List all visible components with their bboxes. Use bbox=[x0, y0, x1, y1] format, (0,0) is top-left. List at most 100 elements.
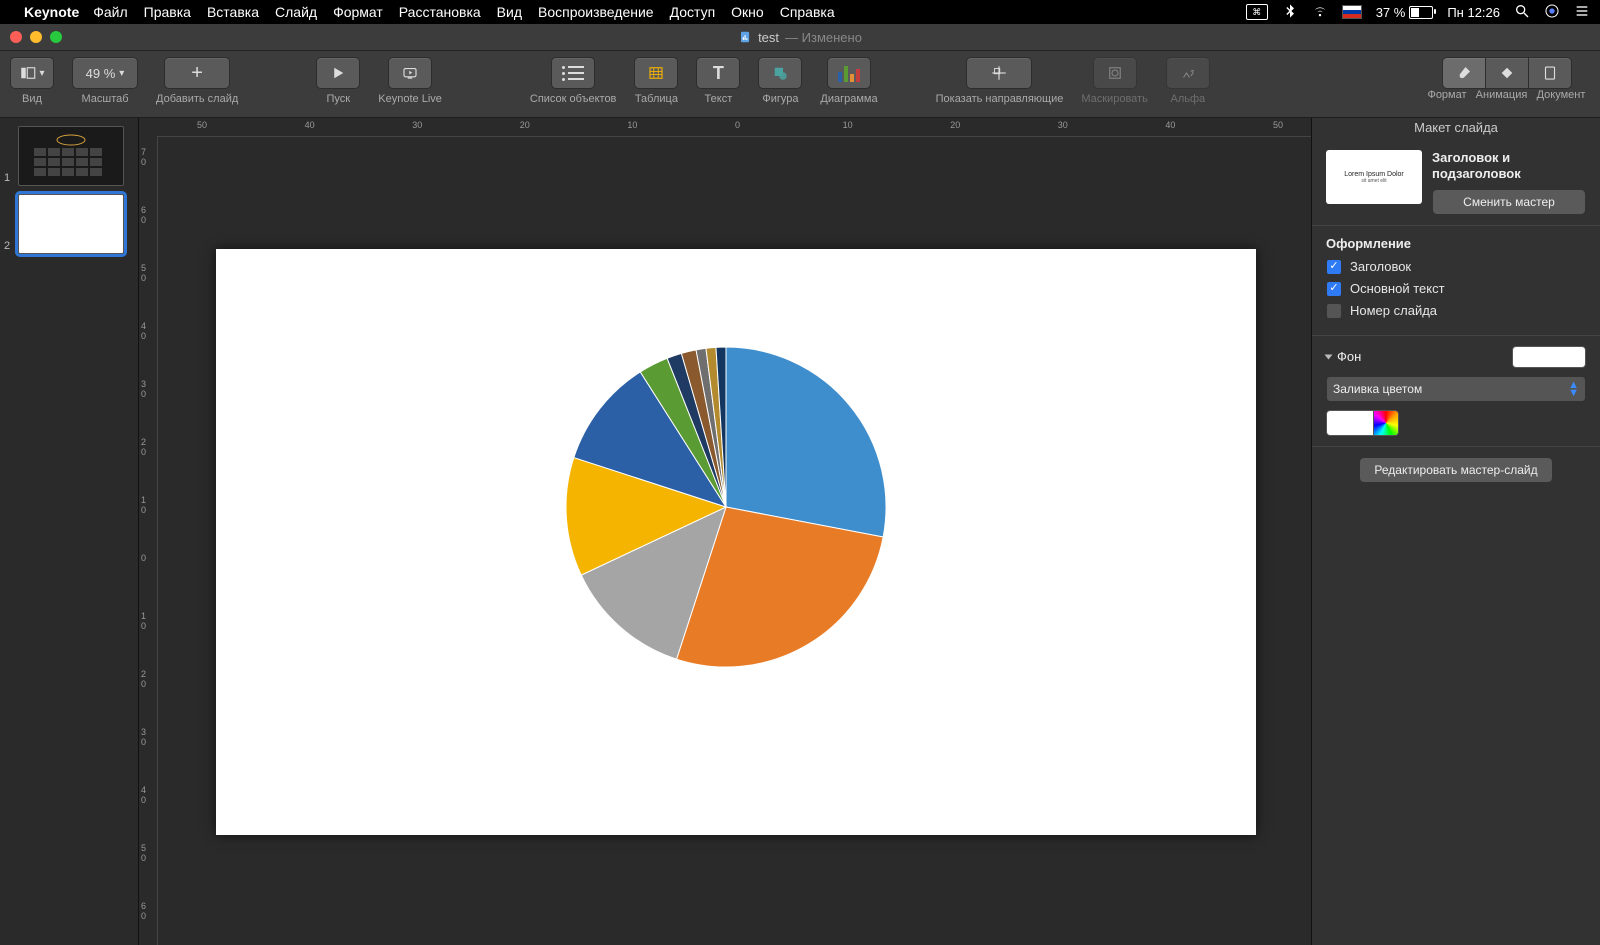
menu-share[interactable]: Доступ bbox=[670, 4, 716, 20]
document-name: test bbox=[758, 30, 779, 45]
horizontal-ruler[interactable]: 504030201001020304050 bbox=[157, 118, 1311, 137]
clock[interactable]: Пн 12:26 bbox=[1447, 5, 1500, 20]
checkbox-body-row[interactable]: Основной текст bbox=[1326, 281, 1586, 297]
input-language-icon[interactable]: ⌘ bbox=[1246, 4, 1268, 20]
text-button[interactable]: T bbox=[696, 57, 740, 89]
keynote-live-button[interactable] bbox=[388, 57, 432, 89]
play-label: Пуск bbox=[326, 93, 350, 105]
table-label: Таблица bbox=[635, 93, 678, 105]
inspector-header: Макет слайда bbox=[1312, 118, 1600, 140]
slide-number: 2 bbox=[4, 240, 10, 252]
bluetooth-icon[interactable] bbox=[1282, 3, 1298, 22]
checkbox-title[interactable] bbox=[1326, 259, 1342, 275]
background-disclosure[interactable]: Фон bbox=[1326, 349, 1361, 364]
chart-icon bbox=[838, 64, 860, 82]
master-title: Заголовок и подзаголовок bbox=[1432, 150, 1586, 183]
view-button[interactable]: ▾ bbox=[10, 57, 54, 89]
document-icon bbox=[1541, 64, 1559, 82]
chart-label: Диаграмма bbox=[820, 93, 877, 105]
document-title[interactable]: test — Изменено bbox=[738, 30, 862, 45]
background-swatch[interactable] bbox=[1512, 346, 1586, 368]
slide-canvas[interactable] bbox=[216, 249, 1256, 835]
window-zoom-button[interactable] bbox=[50, 31, 62, 43]
wifi-icon[interactable] bbox=[1312, 3, 1328, 22]
guides-button[interactable] bbox=[966, 57, 1032, 89]
zoom-label: Масштаб bbox=[81, 93, 128, 105]
checkbox-slidenum[interactable] bbox=[1326, 303, 1342, 319]
spotlight-icon[interactable] bbox=[1514, 3, 1530, 22]
master-thumbnail[interactable]: Lorem Ipsum Dolor sit amet elit bbox=[1326, 150, 1422, 204]
slide-thumb-1[interactable]: 1 bbox=[18, 126, 130, 186]
notification-center-icon[interactable] bbox=[1574, 3, 1590, 22]
zoom-button[interactable]: 49 %▾ bbox=[72, 57, 138, 89]
object-list-label: Список объектов bbox=[530, 93, 617, 105]
menu-help[interactable]: Справка bbox=[780, 4, 835, 20]
color-wheel-button[interactable] bbox=[1374, 410, 1399, 436]
menu-play[interactable]: Воспроизведение bbox=[538, 4, 654, 20]
checkbox-body-label: Основной текст bbox=[1350, 281, 1445, 296]
window-close-button[interactable] bbox=[10, 31, 22, 43]
disclosure-triangle-icon bbox=[1325, 354, 1333, 359]
menu-slide[interactable]: Слайд bbox=[275, 4, 317, 20]
keynote-live-label: Keynote Live bbox=[378, 93, 442, 105]
menu-edit[interactable]: Правка bbox=[144, 4, 191, 20]
document-status: — Изменено bbox=[785, 30, 862, 45]
play-button[interactable] bbox=[316, 57, 360, 89]
appearance-label: Оформление bbox=[1326, 236, 1586, 251]
alpha-label: Альфа bbox=[1170, 93, 1205, 105]
canvas-area: 504030201001020304050 706050403020100102… bbox=[139, 118, 1311, 945]
slide-thumb-2[interactable]: 2 bbox=[18, 194, 130, 254]
fill-color-swatch[interactable] bbox=[1326, 410, 1374, 436]
vertical-ruler[interactable]: 706050403020100102030405060 bbox=[139, 137, 158, 945]
window-minimize-button[interactable] bbox=[30, 31, 42, 43]
table-icon bbox=[647, 64, 665, 82]
checkbox-title-row[interactable]: Заголовок bbox=[1326, 259, 1586, 275]
shape-icon bbox=[771, 64, 789, 82]
shape-label: Фигура bbox=[762, 93, 798, 105]
change-master-button[interactable]: Сменить мастер bbox=[1432, 189, 1586, 215]
menu-file[interactable]: Файл bbox=[93, 4, 127, 20]
menu-window[interactable]: Окно bbox=[731, 4, 764, 20]
mask-label: Маскировать bbox=[1081, 93, 1147, 105]
list-icon bbox=[562, 66, 584, 81]
pie-chart[interactable] bbox=[566, 347, 886, 667]
menu-format[interactable]: Формат bbox=[333, 4, 383, 20]
add-slide-button[interactable]: + bbox=[164, 57, 230, 89]
keyboard-flag-icon[interactable] bbox=[1342, 5, 1362, 19]
window-titlebar: test — Изменено bbox=[0, 24, 1600, 51]
master-thumb-sub: sit amet elit bbox=[1361, 178, 1386, 184]
text-label: Текст bbox=[705, 93, 733, 105]
shape-button[interactable] bbox=[758, 57, 802, 89]
object-list-button[interactable] bbox=[551, 57, 595, 89]
tab-format[interactable] bbox=[1442, 57, 1485, 89]
app-name[interactable]: Keynote bbox=[24, 4, 79, 20]
slide-number: 1 bbox=[4, 172, 10, 184]
view-label: Вид bbox=[22, 93, 42, 105]
menu-insert[interactable]: Вставка bbox=[207, 4, 259, 20]
master-thumb-title: Lorem Ipsum Dolor bbox=[1344, 171, 1404, 178]
table-button[interactable] bbox=[634, 57, 678, 89]
alpha-button bbox=[1166, 57, 1210, 89]
main-area: 1 2 504030201001020304050 70605040302010… bbox=[0, 118, 1600, 945]
toolbar: ▾ Вид 49 %▾ Масштаб + Добавить слайд Пус… bbox=[0, 51, 1600, 118]
chart-button[interactable] bbox=[827, 57, 871, 89]
tab-animation-label: Анимация bbox=[1471, 89, 1532, 101]
tab-document[interactable] bbox=[1528, 57, 1572, 89]
siri-icon[interactable] bbox=[1544, 3, 1560, 22]
menu-arrange[interactable]: Расстановка bbox=[399, 4, 481, 20]
checkbox-title-label: Заголовок bbox=[1350, 259, 1411, 274]
select-arrows-icon: ▲▼ bbox=[1568, 381, 1579, 397]
add-slide-label: Добавить слайд bbox=[156, 93, 238, 105]
battery-pct: 37 % bbox=[1376, 5, 1406, 20]
canvas[interactable] bbox=[158, 137, 1311, 945]
slide-navigator[interactable]: 1 2 bbox=[0, 118, 139, 945]
zoom-value: 49 % bbox=[86, 66, 116, 81]
tab-animation[interactable] bbox=[1485, 57, 1528, 89]
fill-type-select[interactable]: Заливка цветом ▲▼ bbox=[1326, 376, 1586, 402]
battery-status[interactable]: 37 % bbox=[1376, 5, 1434, 20]
checkbox-slidenum-row[interactable]: Номер слайда bbox=[1326, 303, 1586, 319]
menu-view[interactable]: Вид bbox=[497, 4, 522, 20]
edit-master-button[interactable]: Редактировать мастер-слайд bbox=[1359, 457, 1552, 483]
guides-label: Показать направляющие bbox=[936, 93, 1064, 105]
checkbox-body[interactable] bbox=[1326, 281, 1342, 297]
